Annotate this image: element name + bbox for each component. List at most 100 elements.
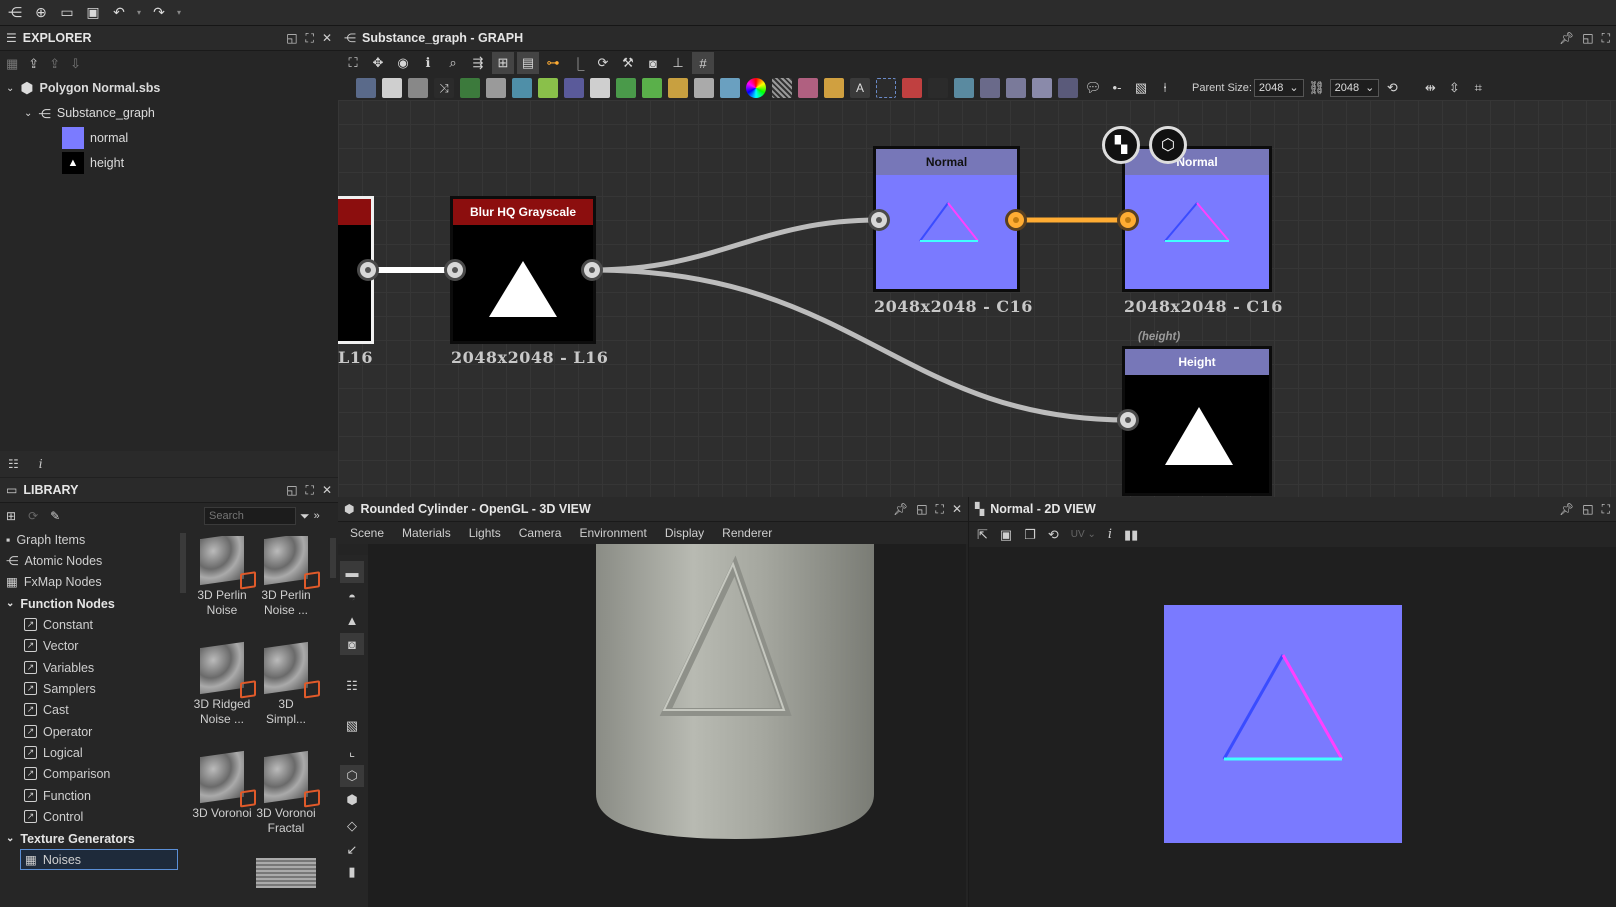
collapse-arrow-icon[interactable]: ⌄ [6,598,14,609]
library-category-function-nodes[interactable]: ⌄ Function Nodes [0,593,178,614]
input-port[interactable] [868,209,890,231]
new-graph-icon[interactable]: ⋲ [4,2,26,24]
library-search-input[interactable] [204,507,296,525]
tiling-icon[interactable]: ⟲ [1048,527,1059,543]
histogram-icon[interactable]: ▮▮ [1124,527,1138,543]
close-panel-icon[interactable]: ✕ [952,502,962,517]
library-item[interactable]: ↗ Samplers [0,678,178,699]
plane-icon[interactable]: ◇ [340,815,364,837]
library-item[interactable]: ↗ Vector [0,635,178,656]
input-port[interactable] [1117,409,1139,431]
library-item[interactable]: ↗ Cast [0,699,178,720]
library-item[interactable]: ↗ Operator [0,721,178,742]
route-icon[interactable]: ⎿ [567,52,589,74]
library-item[interactable]: ↗ Control [0,806,178,827]
frame-node-icon[interactable]: ▧ [1130,77,1152,99]
noise-tool-icon[interactable] [772,77,792,98]
info-icon[interactable]: i [39,457,43,471]
pin-icon[interactable]: 📌︎ [1559,31,1574,46]
connection-blur-height[interactable] [591,267,1129,423]
warp-icon[interactable] [512,77,532,98]
layout-icon[interactable]: ⊞ [492,52,514,74]
fxmap-tool-icon[interactable] [590,77,610,98]
menu-renderer[interactable]: Renderer [722,526,772,540]
menu-materials[interactable]: Materials [402,526,451,540]
scene-tree-icon[interactable]: ☷ [340,675,364,697]
float-panel-icon[interactable]: ◱ [916,502,927,517]
connection-icon[interactable]: ⊶ [542,52,564,74]
output-port[interactable] [357,259,379,281]
axis-icon[interactable]: ⌞ [340,741,364,763]
undo-dropdown-icon[interactable]: ▾ [134,2,144,24]
library-thumbnail[interactable]: 3D Perlin Noise [190,536,254,618]
maximize-panel-icon[interactable]: ⛶ [1602,31,1610,46]
library-category[interactable]: ▪ Graph Items [0,529,178,550]
partial-thumbnail[interactable] [256,858,316,888]
info-icon[interactable]: i [1108,527,1112,542]
pin-icon[interactable]: 📌︎ [893,502,908,517]
publish-icon[interactable]: ⇪ [49,56,60,72]
camera-icon[interactable]: ▬ [340,561,364,583]
refresh-icon[interactable]: ⟳ [28,509,38,523]
uniform-color-icon[interactable] [408,77,428,98]
copy-image-icon[interactable]: ❐ [1024,527,1036,543]
levels-icon[interactable] [668,77,688,98]
expand-arrow-icon[interactable]: ⌄ [24,108,32,119]
align-icon[interactable]: ⇶ [467,52,489,74]
link-icon[interactable]: ⛓︎ [1306,77,1328,99]
gradient-icon[interactable] [538,77,558,98]
frame-all-icon[interactable]: ⛶ [342,52,364,74]
horizontal-align-icon[interactable]: ⇹ [1419,77,1441,99]
output-port-active[interactable] [1005,209,1027,231]
vertical-align-icon[interactable]: ⇳ [1443,77,1465,99]
library-category[interactable]: ▦ FxMap Nodes [0,571,178,592]
library-category[interactable]: ⋲ Atomic Nodes [0,550,178,571]
comment-icon[interactable]: 💬︎ [1082,77,1104,99]
transform-icon[interactable] [616,77,636,98]
curve-icon[interactable] [460,77,480,98]
tile5-icon[interactable] [1058,77,1078,98]
edit-icon[interactable]: ✎ [50,509,60,523]
color-wheel-icon[interactable] [746,77,766,98]
wireframe-icon[interactable]: ▧ [340,715,364,737]
float-panel-icon[interactable]: ◱ [1582,31,1593,46]
menu-display[interactable]: Display [665,526,704,540]
output-row-height[interactable]: ▲ height [62,151,124,175]
shape-icon[interactable] [798,77,818,98]
tile-icon[interactable] [954,77,974,98]
save-package-icon[interactable]: ▦ [6,56,18,72]
pin-node-icon[interactable]: ⍿ [1154,77,1176,99]
view3d-viewport[interactable] [368,544,966,907]
expand-arrow-icon[interactable]: ⌄ [6,83,14,94]
graph-canvas[interactable]: L16 Blur HQ Grayscale 2048x2048 - L16 No… [338,100,1616,497]
bake-icon[interactable]: ◙ [642,52,664,74]
maximize-panel-icon[interactable]: ⛶ [306,31,314,46]
mesh-icon[interactable]: ⬡ [340,765,364,787]
screenshot-icon[interactable]: ◙ [340,633,364,655]
add-folder-icon[interactable]: ⊞ [6,509,16,523]
library-thumbnail[interactable]: 3D Perlin Noise ... [254,536,318,618]
select-area-icon[interactable] [876,77,896,98]
import-icon[interactable]: ⇩ [70,56,81,72]
connection-blur-normal[interactable] [591,217,879,273]
text-icon[interactable]: A [850,77,870,98]
library-item[interactable]: ↗ Constant [0,614,178,635]
menu-environment[interactable]: Environment [579,526,646,540]
svg-node-icon[interactable] [382,77,402,98]
frame-selected-icon[interactable]: ✥ [367,52,389,74]
new-package-icon[interactable]: ⊕ [30,2,52,24]
library-item[interactable]: ↗ Logical [0,742,178,763]
redo-icon[interactable]: ↷ [148,2,170,24]
expand-panel-icon[interactable]: » [314,510,320,522]
crop-icon[interactable]: ⌗ [1467,77,1489,99]
reset-size-icon[interactable]: ⟲ [1381,77,1403,99]
input-port-active[interactable] [1117,209,1139,231]
library-category-texture-generators[interactable]: ⌄ Texture Generators [0,828,178,849]
input-port[interactable] [444,259,466,281]
dot-node-icon[interactable]: •- [1106,77,1128,99]
maximize-panel-icon[interactable]: ⛶ [936,502,944,517]
tools-icon[interactable]: ⚒ [617,52,639,74]
height-output-node[interactable]: Height [1122,346,1272,496]
pixel-process-icon[interactable] [564,77,584,98]
library-thumbnail[interactable]: 3D Simpl... [254,641,318,727]
